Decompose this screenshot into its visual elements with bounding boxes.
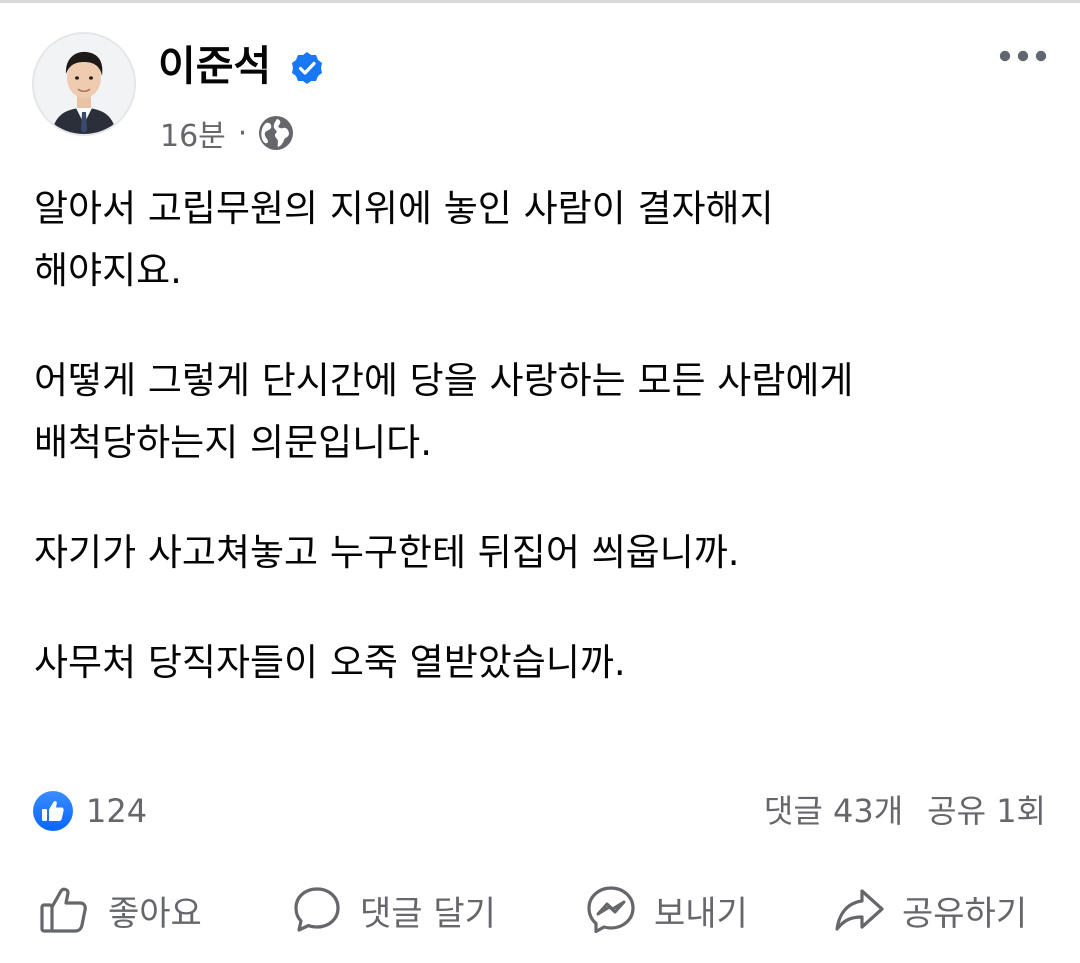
like-button[interactable]: 좋아요 — [38, 870, 202, 950]
post-line: 사무처 당직자들이 오죽 열받았습니까. — [34, 641, 626, 684]
globe-icon — [259, 116, 294, 150]
post-paragraph: 어떻게 그렇게 단시간에 당을 사랑하는 모든 사람에게 배척당하는지 의문입니… — [34, 350, 1044, 474]
messenger-icon — [587, 886, 635, 934]
post-paragraph: 사무처 당직자들이 오죽 열받았습니까. — [34, 632, 1044, 694]
verified-icon — [292, 52, 322, 84]
share-count[interactable]: 공유 1회 — [927, 792, 1046, 830]
like-badge-icon[interactable] — [32, 790, 74, 832]
post-paragraph: 알아서 고립무원의 지위에 놓인 사람이 결자해지 해야지요. — [34, 178, 1044, 302]
post-timestamp[interactable]: 16분 — [160, 111, 226, 155]
more-icon[interactable] — [998, 44, 1048, 68]
comment-bubble-icon — [294, 887, 340, 932]
post-line: 어떻게 그렇게 단시간에 당을 사랑하는 모든 사람에게 — [34, 359, 854, 402]
post-line: 해야지요. — [34, 249, 182, 292]
comment-button-label: 댓글 달기 — [360, 893, 496, 934]
action-bar: 좋아요 댓글 달기 보내기 공유하기 — [0, 870, 1080, 950]
post-meta: 16분 · — [160, 108, 295, 158]
reaction-summary: 124 댓글 43개 공유 1회 — [32, 786, 1048, 836]
thumbs-up-icon — [40, 887, 87, 933]
avatar-image — [34, 34, 134, 134]
meta-separator: · — [237, 115, 248, 151]
send-button-label: 보내기 — [654, 893, 748, 934]
share-arrow-icon — [835, 889, 884, 931]
like-button-label: 좋아요 — [108, 893, 202, 934]
post-body: 알아서 고립무원의 지위에 놓인 사람이 결자해지 해야지요. 어떻게 그렇게 … — [34, 178, 1044, 694]
share-button[interactable]: 공유하기 — [832, 870, 1027, 950]
comment-count[interactable]: 댓글 43개 — [764, 792, 903, 830]
share-button-label: 공유하기 — [902, 893, 1028, 934]
engagement-counts: 댓글 43개 공유 1회 — [764, 786, 1046, 836]
comment-button[interactable]: 댓글 달기 — [290, 870, 496, 950]
post-line: 배척당하는지 의문입니다. — [34, 421, 432, 464]
post-line: 알아서 고립무원의 지위에 놓인 사람이 결자해지 — [34, 187, 774, 230]
post-header: 이준석 16분 · — [32, 32, 1048, 154]
like-count[interactable]: 124 — [86, 786, 147, 836]
post-line: 자기가 사고쳐놓고 누구한테 뒤집어 씌웁니까. — [34, 531, 740, 574]
top-divider — [0, 0, 1080, 3]
send-button[interactable]: 보내기 — [584, 870, 748, 950]
avatar[interactable] — [32, 32, 136, 136]
post-paragraph: 자기가 사고쳐놓고 누구한테 뒤집어 씌웁니까. — [34, 522, 1044, 584]
author-name[interactable]: 이준석 — [158, 34, 271, 98]
